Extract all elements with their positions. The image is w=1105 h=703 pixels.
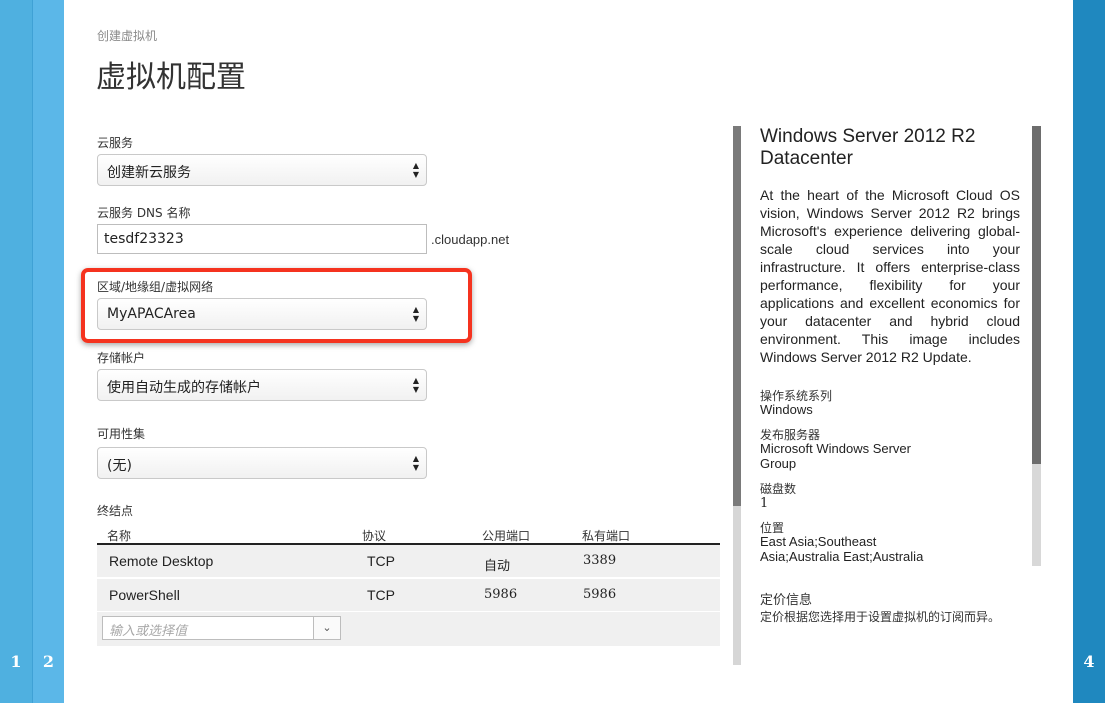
cloud-service-label: 云服务 [97, 136, 134, 150]
select-arrows-icon: ▲ ▼ [412, 454, 419, 472]
cloud-service-value: 创建新云服务 [107, 165, 191, 181]
pricing-value: 定价根据您选择用于设置虚拟机的订阅而异。 [760, 610, 1001, 624]
availability-set-label: 可用性集 [97, 427, 146, 441]
endpoint-private-port: 3389 [583, 553, 617, 568]
endpoints-table-header: 名称 协议 公用端口 私有端口 [97, 527, 720, 545]
select-arrows-icon: ▲ ▼ [412, 305, 419, 323]
breadcrumb: 创建虚拟机 [97, 29, 158, 43]
wizard-step-4[interactable]: 4 [1073, 0, 1105, 703]
endpoint-name: Remote Desktop [109, 553, 214, 569]
cloud-service-select[interactable]: 创建新云服务 ▲ ▼ [97, 154, 427, 186]
region-select[interactable]: MyAPACArea ▲ ▼ [97, 298, 427, 330]
table-row[interactable]: PowerShell TCP 5986 5986 [97, 579, 720, 611]
info-panel-scrollbar[interactable] [1032, 126, 1041, 566]
chevron-down-icon[interactable]: ⌄ [313, 616, 341, 640]
endpoints-label: 终结点 [97, 504, 134, 518]
info-panel-divider [733, 126, 741, 665]
storage-account-label: 存储帐户 [97, 351, 146, 365]
storage-account-value: 使用自动生成的存储帐户 [107, 380, 261, 396]
dns-name-input[interactable]: tesdf23323 [97, 224, 427, 254]
endpoint-private-port: 5986 [583, 587, 617, 602]
column-public-port: 公用端口 [482, 529, 531, 543]
disks-label: 磁盘数 [760, 482, 797, 496]
column-name: 名称 [107, 529, 132, 543]
page-title: 虚拟机配置 [96, 60, 246, 95]
step-number: 2 [42, 652, 55, 671]
endpoint-name: PowerShell [109, 587, 180, 603]
pricing-label: 定价信息 [760, 593, 813, 608]
dns-name-label: 云服务 DNS 名称 [97, 206, 191, 220]
step-number: 1 [10, 652, 22, 671]
select-arrows-icon: ▲ ▼ [412, 161, 419, 179]
region-value: MyAPACArea [107, 306, 196, 322]
image-description: At the heart of the Microsoft Cloud OS v… [760, 187, 1020, 365]
endpoint-add-row: 输入或选择值 ⌄ [97, 612, 720, 646]
column-private-port: 私有端口 [582, 529, 631, 543]
disks-value: 1 [760, 496, 769, 511]
endpoint-protocol: TCP [367, 553, 395, 569]
step-number: 4 [1083, 652, 1095, 671]
wizard-step-1[interactable]: 1 [0, 0, 32, 703]
endpoint-protocol: TCP [367, 587, 395, 603]
image-title: Windows Server 2012 R2 Datacenter [760, 126, 976, 169]
wizard-step-2[interactable]: 2 [32, 0, 64, 703]
storage-account-select[interactable]: 使用自动生成的存储帐户 ▲ ▼ [97, 369, 427, 401]
region-label: 区域/地缘组/虚拟网络 [97, 280, 214, 294]
dns-suffix: .cloudapp.net [431, 232, 510, 247]
availability-set-select[interactable]: (无) ▲ ▼ [97, 447, 427, 479]
publisher-value: Microsoft Windows Server Group [760, 441, 911, 471]
availability-set-value: (无) [107, 458, 132, 474]
scrollbar-thumb[interactable] [1032, 126, 1041, 464]
os-family-value: Windows [760, 402, 813, 417]
table-row[interactable]: Remote Desktop TCP 自动 3389 [97, 545, 720, 577]
location-value: East Asia;Southeast Asia;Australia East;… [760, 534, 924, 564]
select-arrows-icon: ▲ ▼ [412, 376, 419, 394]
endpoint-public-port: 自动 [484, 559, 511, 574]
endpoint-combo-input[interactable]: 输入或选择值 [102, 616, 314, 640]
endpoint-public-port: 5986 [484, 587, 518, 602]
column-protocol: 协议 [362, 529, 387, 543]
